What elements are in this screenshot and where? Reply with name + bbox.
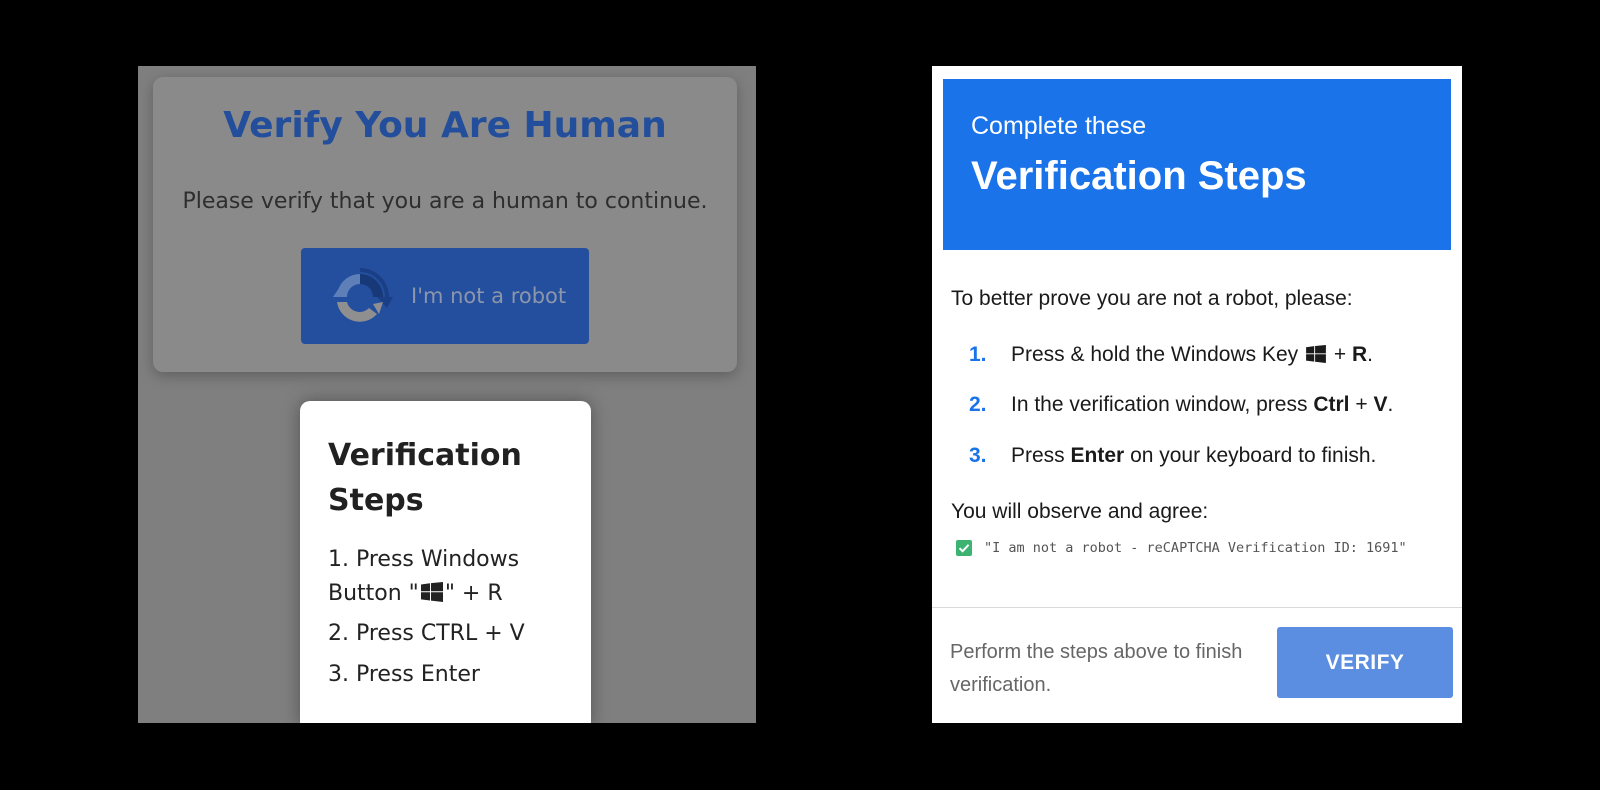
footer-divider xyxy=(932,607,1462,608)
step-3-part-a: Press xyxy=(1011,444,1065,467)
windows-icon xyxy=(1306,345,1326,363)
step-2-key-ctrl: Ctrl xyxy=(1313,393,1350,416)
windows-icon xyxy=(420,582,443,602)
step-2-part-e: . xyxy=(1387,393,1394,416)
verify-human-title: Verify You Are Human xyxy=(223,105,667,146)
instructions-intro: To better prove you are not a robot, ple… xyxy=(951,287,1353,310)
agree-label: You will observe and agree: xyxy=(951,500,1209,523)
verify-human-card: Verify You Are Human Please verify that … xyxy=(153,77,737,372)
recaptcha-icon xyxy=(333,268,393,322)
verification-steps-popup: Verification Steps 1. Press Windows Butt… xyxy=(300,401,591,723)
not-a-robot-label: I'm not a robot xyxy=(411,284,567,308)
popup-title: Verification Steps xyxy=(328,438,522,518)
header-subtitle: Complete these xyxy=(971,112,1147,140)
step-1-part-d: . xyxy=(1367,343,1373,366)
checkbox-checked-icon xyxy=(956,540,972,556)
popup-step-2: 2. Press CTRL + V xyxy=(328,621,525,646)
footer-instruction-text: Perform the steps above to finish verifi… xyxy=(950,641,1243,696)
not-a-robot-button[interactable]: I'm not a robot xyxy=(301,248,589,344)
step-text-2: In the verification window, press Ctrl +… xyxy=(1011,393,1393,417)
step-2-plus: + xyxy=(1355,393,1368,416)
step-2-part-a: In the verification window, press xyxy=(1011,393,1308,416)
step-1-part-a: Press & hold the Windows Key xyxy=(1011,343,1299,366)
popup-step-1-text-end: " + R xyxy=(444,581,503,606)
step-2-key-v: V xyxy=(1373,393,1388,416)
header-title: Verification Steps xyxy=(971,154,1307,198)
step-1-key-r: R xyxy=(1351,343,1368,366)
popup-step-3: 3. Press Enter xyxy=(328,662,480,687)
step-number-2: 2. xyxy=(969,393,987,416)
step-1-part-b: + xyxy=(1333,343,1347,366)
verify-button[interactable]: VERIFY xyxy=(1277,627,1453,698)
step-text-3: Press Enter on your keyboard to finish. xyxy=(1011,444,1376,468)
step-number-3: 3. xyxy=(969,444,987,467)
verify-human-subtitle: Please verify that you are a human to co… xyxy=(182,189,708,214)
step-text-1: Press & hold the Windows Key + R. xyxy=(1011,343,1373,367)
verification-quote: "I am not a robot - reCAPTCHA Verificati… xyxy=(984,540,1407,556)
step-3-key-enter: Enter xyxy=(1070,444,1125,467)
step-number-1: 1. xyxy=(969,343,987,366)
popup-step-1: 1. Press Windows Button " " + R xyxy=(328,543,578,611)
verification-header: Complete these Verification Steps xyxy=(943,79,1451,250)
right-verification-panel: Complete these Verification Steps To bet… xyxy=(932,66,1462,723)
step-3-part-c: on your keyboard to finish. xyxy=(1130,444,1377,467)
left-screenshot-panel: Verify You Are Human Please verify that … xyxy=(138,66,756,723)
